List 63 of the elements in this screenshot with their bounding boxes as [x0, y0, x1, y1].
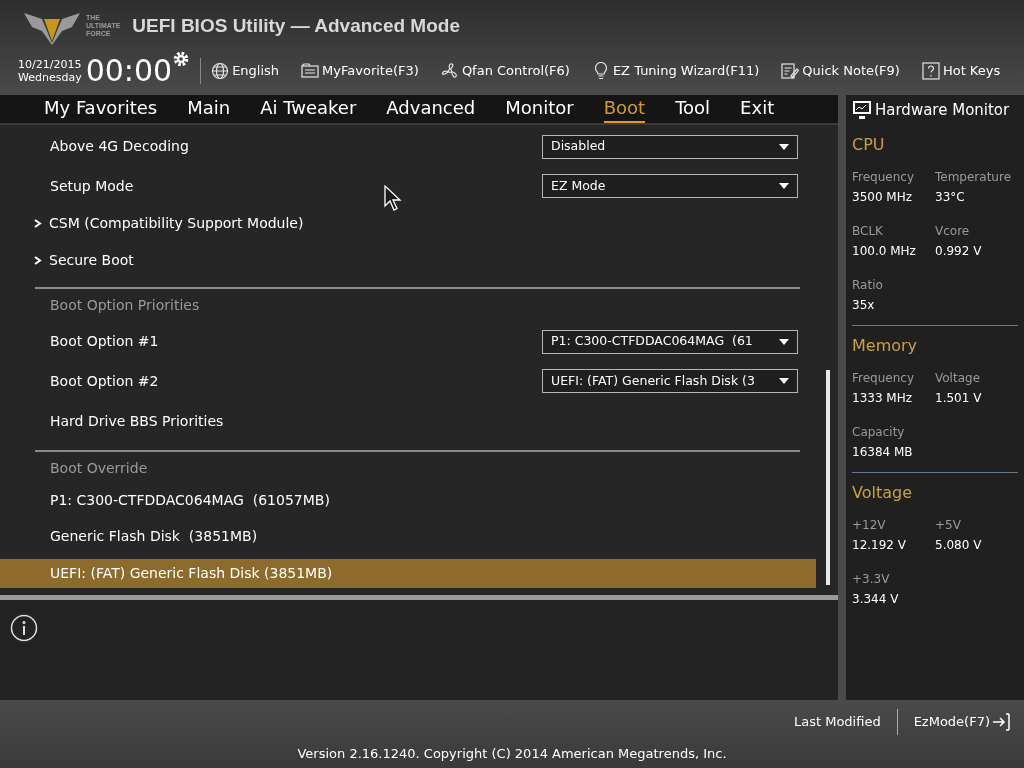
sensor-label: Vcore — [935, 223, 971, 240]
submenu-item[interactable]: Secure Boot — [0, 242, 838, 279]
sensor-value: 16384 MB — [852, 444, 914, 461]
weekday-text: Wednesday — [18, 71, 82, 84]
dropdown[interactable]: UEFI: (FAT) Generic Flash Disk (3 — [542, 369, 798, 393]
section-heading: Boot Override — [50, 459, 148, 479]
sensor-value: 1333 MHz — [852, 390, 914, 407]
group-heading: Voltage — [852, 482, 913, 504]
submenu-item[interactable]: CSM (Compatibility Support Module) — [0, 205, 838, 243]
sensor-value: 100.0 MHz — [852, 243, 917, 260]
setting-label: Above 4G Decoding — [50, 137, 189, 157]
boot-override-item[interactable]: UEFI: (FAT) Generic Flash Disk (3851MB) — [0, 558, 816, 589]
dropdown[interactable]: EZ Mode — [542, 174, 798, 199]
ez-mode-button[interactable]: EzMode(F7) — [913, 712, 1012, 732]
tab[interactable]: Exit — [740, 96, 775, 123]
sensor-label: Voltage — [935, 370, 981, 387]
toolbar-button[interactable]: Quick Note(F9) — [781, 61, 900, 81]
clock-text: 00:00 — [85, 56, 173, 86]
sensor-value: 5.080 V — [935, 537, 983, 554]
tab[interactable]: My Favorites — [44, 96, 158, 123]
dropdown[interactable]: Disabled — [542, 134, 798, 159]
boot-override-item[interactable]: P1: C300-CTFDDAC064MAG (61057MB) — [0, 485, 816, 515]
copyright-text: Version 2.16.1240. Copyright (C) 2014 American Megatrends, Inc. — [297, 745, 727, 763]
sensor-label: Frequency — [852, 169, 915, 186]
toolbar-button[interactable]: MyFavorite(F3) — [301, 61, 419, 81]
dropdown[interactable]: P1: C300-CTFDDAC064MAG (61 — [542, 329, 798, 354]
toolbar-button[interactable]: Qfan Control(F6) — [440, 61, 570, 81]
tab[interactable]: Ai Tweaker — [260, 96, 357, 123]
sensor-label: Capacity — [852, 424, 906, 441]
date-text: 10/21/2015 — [18, 58, 82, 71]
setting-label: Boot Option #2 — [50, 371, 159, 391]
sensor-value: 35x — [852, 297, 876, 314]
toolbar-button[interactable]: English — [211, 61, 280, 81]
last-modified-button[interactable]: Last Modified — [793, 712, 881, 732]
group-heading: CPU — [852, 134, 886, 156]
tab[interactable]: Boot — [603, 96, 646, 123]
sensor-value: 0.992 V — [935, 243, 983, 260]
sensor-label: BCLK — [852, 223, 884, 240]
sensor-label: +5V — [935, 517, 962, 534]
tab[interactable]: Monitor — [505, 96, 574, 123]
sensor-label: Temperature — [935, 169, 1012, 186]
sensor-label: +3.3V — [852, 571, 891, 588]
section-heading: Boot Option Priorities — [50, 295, 200, 315]
window-title: UEFI BIOS Utility — Advanced Mode — [132, 13, 460, 38]
tab[interactable]: Main — [187, 96, 231, 123]
sensor-value: 1.501 V — [935, 390, 983, 407]
sensor-label: Ratio — [852, 277, 884, 294]
sensor-value: 3500 MHz — [852, 189, 914, 206]
setting-label: Boot Option #1 — [50, 332, 159, 352]
sensor-value: 33°C — [935, 189, 966, 206]
sensor-label: Frequency — [852, 370, 915, 387]
menu-link[interactable]: Hard Drive BBS Priorities — [50, 410, 224, 432]
sensor-value: 12.192 V — [852, 537, 907, 554]
tab[interactable]: Advanced — [386, 96, 476, 123]
sensor-label: +12V — [852, 517, 887, 534]
sensor-value: 3.344 V — [852, 591, 900, 608]
boot-override-item[interactable]: Generic Flash Disk (3851MB) — [0, 522, 816, 552]
tab[interactable]: Tool — [675, 96, 711, 123]
setting-label: Setup Mode — [50, 176, 134, 196]
toolbar-button[interactable]: Hot Keys — [921, 61, 1001, 81]
group-heading: Memory — [852, 335, 919, 357]
panel-title: Hardware Monitor — [875, 99, 1010, 121]
toolbar-button[interactable]: EZ Tuning Wizard(F11) — [591, 61, 760, 81]
